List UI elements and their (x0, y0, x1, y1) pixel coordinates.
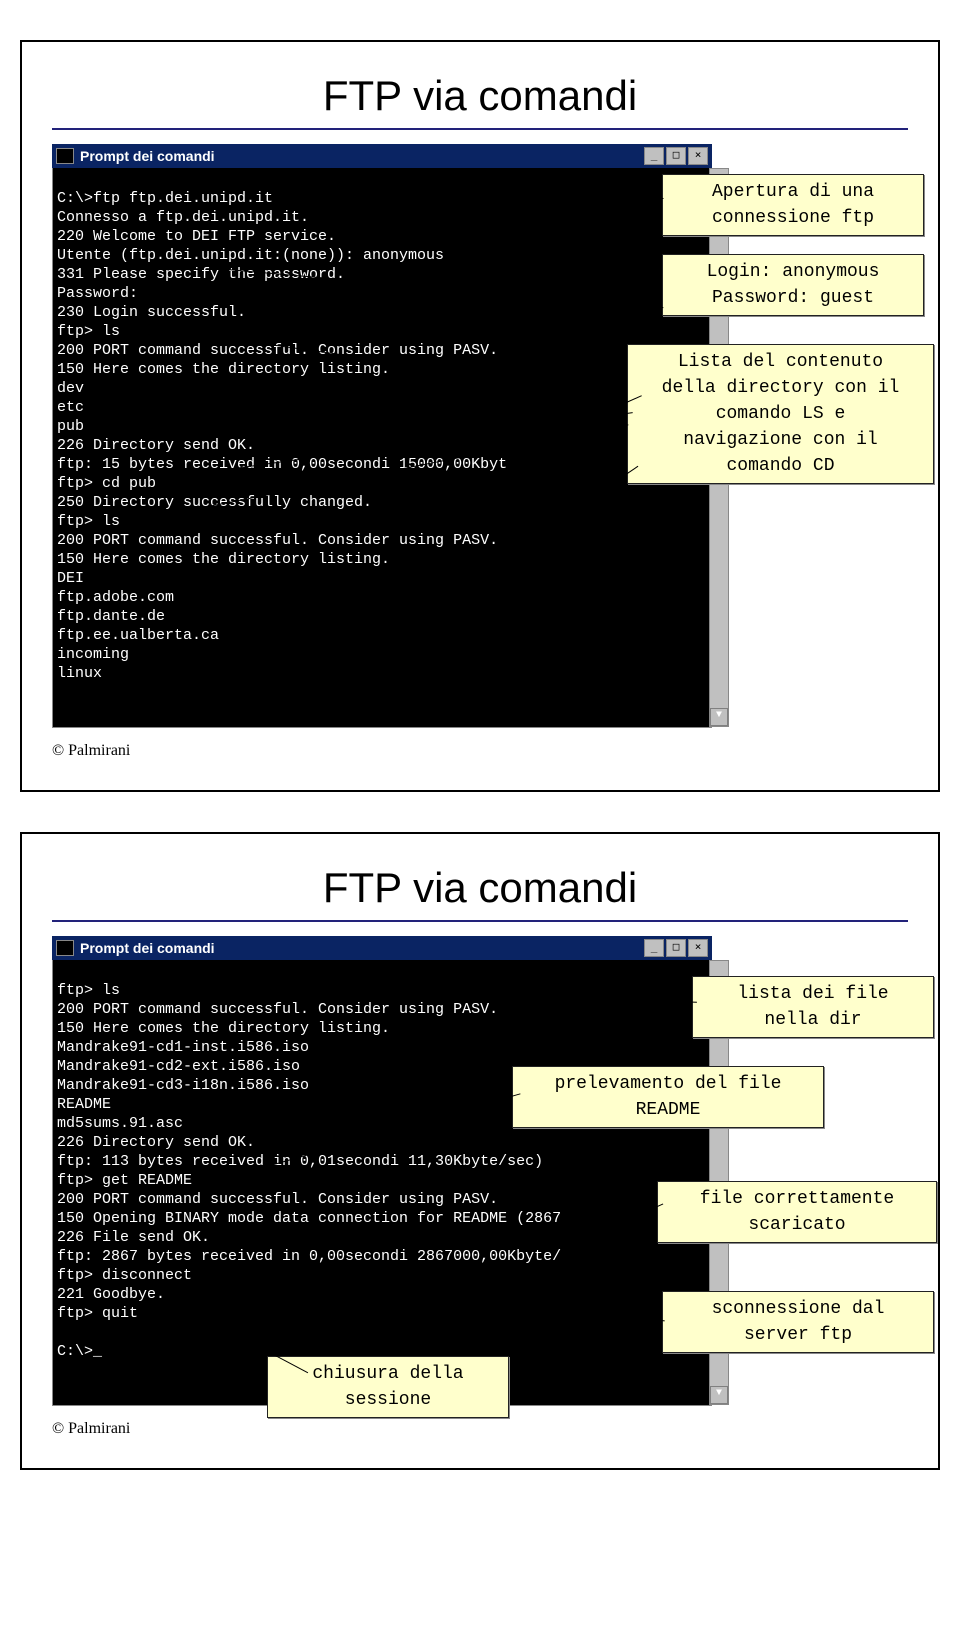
cmd-icon (56, 940, 74, 956)
minimize-button[interactable]: _ (644, 147, 664, 165)
annotation-close-session: chiusura della sessione (267, 1356, 509, 1418)
terminal-title: Prompt dei comandi (80, 940, 644, 956)
window-buttons: _ □ × (644, 147, 708, 165)
copyright: © Palmirani (52, 1420, 908, 1438)
terminal-output: C:\>ftp ftp.dei.unipd.it Connesso a ftp.… (57, 190, 507, 682)
terminal-window: Prompt dei comandi _ □ × ftp> ls 200 POR… (52, 936, 712, 1406)
annotation-login: Login: anonymous Password: guest (662, 254, 924, 316)
slide-2: FTP via comandi Prompt dei comandi _ □ ×… (20, 832, 940, 1470)
close-button[interactable]: × (688, 939, 708, 957)
slide-title: FTP via comandi (52, 72, 908, 120)
slide-1: FTP via comandi Prompt dei comandi _ □ ×… (20, 40, 940, 792)
minimize-button[interactable]: _ (644, 939, 664, 957)
terminal-titlebar: Prompt dei comandi _ □ × (52, 144, 712, 168)
slide-title: FTP via comandi (52, 864, 908, 912)
annotation-ls-cd: Lista del contenuto della directory con … (627, 344, 934, 484)
window-buttons: _ □ × (644, 939, 708, 957)
scroll-down-button[interactable]: ▼ (710, 1386, 728, 1404)
title-rule (52, 920, 908, 922)
annotation-download-readme: prelevamento del file README (512, 1066, 824, 1128)
scroll-down-button[interactable]: ▼ (710, 708, 728, 726)
annotation-open-connection: Apertura di una connessione ftp (662, 174, 924, 236)
copyright: © Palmirani (52, 742, 908, 760)
close-button[interactable]: × (688, 147, 708, 165)
maximize-button[interactable]: □ (666, 939, 686, 957)
annotation-disconnect: sconnessione dal server ftp (662, 1291, 934, 1353)
annotation-file-downloaded: file correttamente scaricato (657, 1181, 937, 1243)
terminal-title: Prompt dei comandi (80, 148, 644, 164)
terminal-body: ftp> ls 200 PORT command successful. Con… (52, 960, 712, 1406)
cmd-icon (56, 148, 74, 164)
terminal-window: Prompt dei comandi _ □ × C:\>ftp ftp.dei… (52, 144, 712, 728)
annotation-list-files: lista dei file nella dir (692, 976, 934, 1038)
maximize-button[interactable]: □ (666, 147, 686, 165)
terminal-output: ftp> ls 200 PORT command successful. Con… (57, 982, 561, 1360)
title-rule (52, 128, 908, 130)
terminal-titlebar: Prompt dei comandi _ □ × (52, 936, 712, 960)
